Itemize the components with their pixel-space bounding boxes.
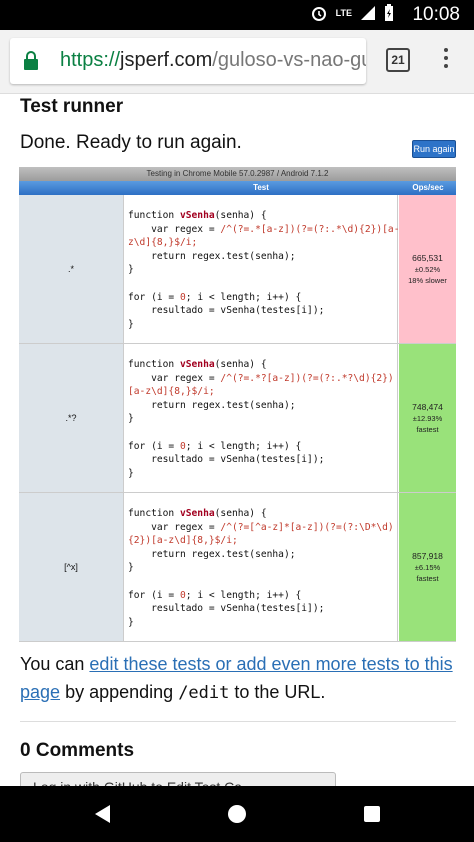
signal-icon [361, 6, 375, 20]
table-row: .* function vSenha(senha) { var regex = /… [19, 195, 456, 344]
test-code: function vSenha(senha) { var regex = /^(… [124, 344, 398, 492]
paragraph-end: to the URL. [234, 682, 326, 702]
github-login-button[interactable]: Log in with GitHub to Edit Test Ca... [20, 772, 336, 786]
ops-note: fastest [416, 424, 439, 434]
recents-icon[interactable] [364, 806, 380, 822]
results-table: Testing in Chrome Mobile 57.0.2987 / And… [19, 167, 456, 642]
ops-result: 665,531 ±0.52% 18% slower [399, 195, 456, 343]
url-scheme: https:// [60, 49, 121, 71]
run-again-button[interactable]: Run again [412, 140, 456, 158]
table-title: Testing in Chrome Mobile 57.0.2987 / And… [19, 167, 456, 181]
edit-paragraph: You can edit these tests or add even mor… [20, 650, 460, 707]
section-title: Test runner [20, 96, 124, 117]
test-name: .*? [19, 344, 124, 492]
column-ops: Ops/sec [412, 183, 444, 192]
test-name: [^x] [19, 493, 124, 641]
overflow-menu-icon[interactable] [440, 48, 452, 76]
ops-result: 748,474 ±12.93% fastest [399, 344, 456, 492]
url-bar[interactable]: https://jsperf.com/guloso-vs-nao-gulo [10, 38, 366, 84]
url-path: /guloso-vs-nao-gulo [212, 49, 366, 71]
ops-note: 18% slower [408, 275, 447, 285]
page-content: Test runner Done. Ready to run again. Ru… [0, 94, 474, 786]
ops-error: ±6.15% [414, 562, 441, 572]
ops-note: fastest [416, 573, 439, 583]
browser-toolbar: https://jsperf.com/guloso-vs-nao-gulo 21 [0, 30, 474, 94]
edit-path: /edit [178, 683, 230, 703]
system-nav-bar [0, 786, 474, 842]
comments-title: 0 Comments [20, 740, 135, 761]
tab-switcher-button[interactable]: 21 [386, 48, 410, 72]
status-text: Done. Ready to run again. [20, 132, 242, 153]
network-label: LTE [335, 8, 352, 18]
status-icons: LTE [310, 4, 394, 22]
test-code: function vSenha(senha) { var regex = /^(… [124, 195, 399, 343]
home-icon[interactable] [228, 805, 246, 823]
table-row: .*? function vSenha(senha) { var regex = … [19, 344, 456, 493]
paragraph-lead: You can [20, 654, 85, 674]
url-text[interactable]: https://jsperf.com/guloso-vs-nao-gulo [60, 49, 366, 72]
ops-result: 857,918 ±6.15% fastest [399, 493, 456, 641]
url-host: jsperf.com [120, 49, 213, 71]
divider [20, 721, 456, 722]
back-icon[interactable] [95, 805, 110, 823]
status-bar: LTE 10:08 [0, 0, 474, 30]
ops-ops: 857,918 [412, 550, 443, 561]
ops-error: ±0.52% [414, 264, 441, 274]
table-header: Test Ops/sec [19, 181, 456, 195]
lock-icon [24, 51, 38, 70]
ops-error: ±12.93% [412, 413, 443, 423]
paragraph-middle: by appending [65, 682, 174, 702]
test-name: .* [19, 195, 124, 343]
test-code: function vSenha(senha) { var regex = /^(… [124, 493, 398, 641]
table-row: [^x] function vSenha(senha) { var regex =… [19, 493, 456, 642]
battery-icon [385, 4, 393, 21]
ops-ops: 665,531 [412, 252, 443, 263]
alarm-icon [311, 7, 326, 21]
ops-ops: 748,474 [412, 401, 443, 412]
column-test: Test [253, 183, 269, 192]
clock: 10:08 [412, 4, 460, 25]
